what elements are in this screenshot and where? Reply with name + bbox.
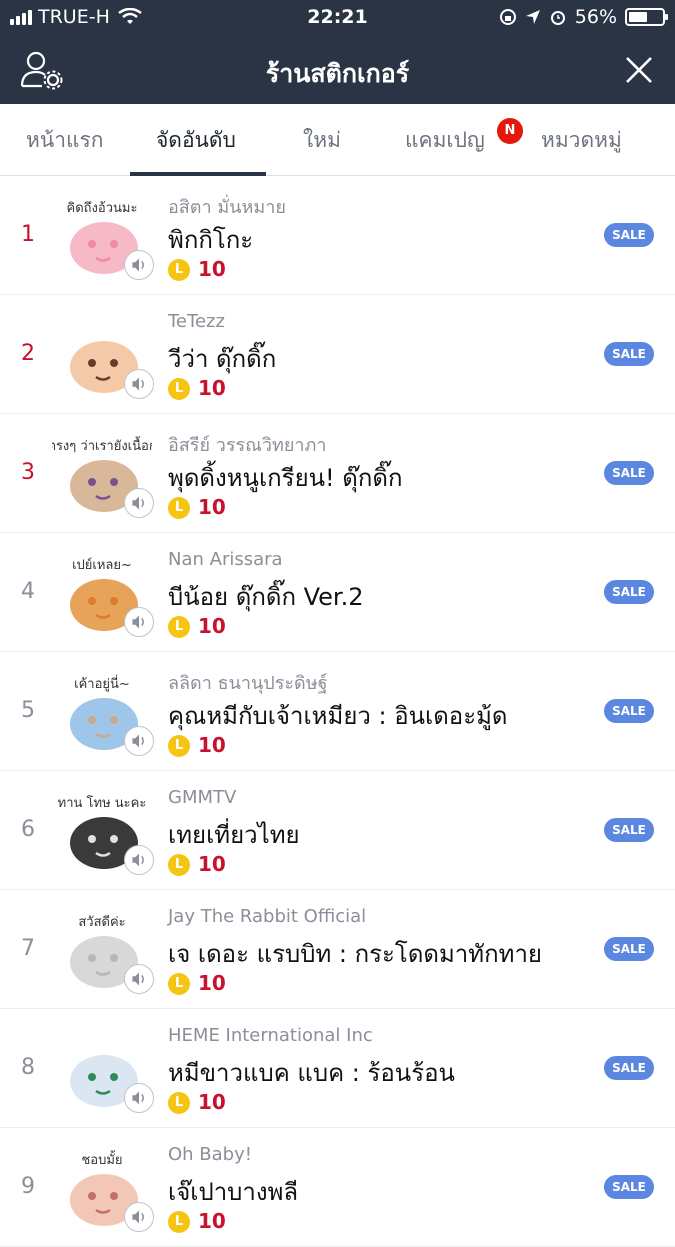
sticker-caption: ทาน โทษ นะคะ xyxy=(58,795,147,811)
sticker-row[interactable]: 3 บอกตรงๆ ว่าเรายังเนื้อกมาก อิสรีย์ วรรณว… xyxy=(0,414,675,533)
sticker-author: อิสรีย์ วรรณวิทยาภา xyxy=(168,435,327,456)
sticker-author: ลลิดา ธนานุประดิษฐ์ xyxy=(168,673,328,694)
sticker-row[interactable]: 1 คิดถึงอ้วนมะ อสิตา มั่นหมาย พิกกิโกะ L 10 SA… xyxy=(0,176,675,295)
sticker-name[interactable]: พิกกิโกะ xyxy=(168,220,253,259)
sticker-caption: ชอบมั้ย xyxy=(81,1150,122,1168)
sound-preview-icon[interactable] xyxy=(124,1202,154,1232)
sale-badge: SALE xyxy=(604,461,654,485)
status-right: 56% xyxy=(499,6,668,28)
coin-icon: L xyxy=(168,259,190,281)
sticker-row[interactable]: 5 เค้าอยู่นี่~ ลลิดา ธนานุประดิษฐ์ คุณหมีกั… xyxy=(0,652,675,771)
tab-campaign[interactable]: แคมเปญ xyxy=(405,124,485,157)
sale-badge: SALE xyxy=(604,223,654,247)
sticker-caption: เค้าอยู่นี่~ xyxy=(74,675,130,692)
sticker-name[interactable]: บีน้อย ดุ๊กดิ๊ก Ver.2 xyxy=(168,577,364,616)
sound-preview-icon[interactable] xyxy=(124,845,154,875)
sticker-caption: เปย์เหลย~ xyxy=(72,557,132,573)
tab-bar: หน้าแรก จัดอันดับ ใหม่ แคมเปญ หมวดหมู่ xyxy=(0,104,675,176)
sticker-row[interactable]: 6 ทาน โทษ นะคะ GMMTV เทยเที่ยวไทย L 10 SALE xyxy=(0,771,675,890)
sticker-row[interactable]: 2 TeTezz วีว่า ดุ๊กดิ๊ก L 10 SALE xyxy=(0,295,675,414)
rank-number: 8 xyxy=(21,1055,35,1080)
sticker-name[interactable]: เจ เดอะ แรบบิท : กระโดดมาทักทาย xyxy=(168,934,542,973)
coin-icon: L xyxy=(168,616,190,638)
sound-preview-icon[interactable] xyxy=(124,726,154,756)
tab-new[interactable]: ใหม่ xyxy=(303,124,341,157)
sound-preview-icon[interactable] xyxy=(124,250,154,280)
rank-number: 6 xyxy=(21,817,35,842)
sticker-ranking-list: 1 คิดถึงอ้วนมะ อสิตา มั่นหมาย พิกกิโกะ L 10 SA… xyxy=(0,176,675,1247)
rotation-lock-icon xyxy=(499,9,516,25)
alarm-icon xyxy=(550,11,565,25)
rank-number: 3 xyxy=(21,460,35,485)
sale-badge: SALE xyxy=(604,937,654,961)
tab-home[interactable]: หน้าแรก xyxy=(26,124,104,157)
sticker-author: Jay The Rabbit Official xyxy=(168,906,367,927)
tab-categories[interactable]: หมวดหมู่ xyxy=(541,124,622,157)
sticker-name[interactable]: หมีขาวแบค แบค : ร้อนร้อน xyxy=(168,1053,455,1092)
sale-badge: SALE xyxy=(604,699,654,723)
sticker-price: 10 xyxy=(198,1090,226,1114)
sale-badge: SALE xyxy=(604,818,654,842)
sticker-name[interactable]: เจ๊เปาบางพลี xyxy=(168,1172,298,1211)
rank-number: 5 xyxy=(21,698,35,723)
sticker-author: Nan Arissara xyxy=(168,549,283,570)
sale-badge: SALE xyxy=(604,1056,654,1080)
rank-number: 2 xyxy=(21,341,35,366)
rank-number: 9 xyxy=(21,1174,35,1199)
sticker-price: 10 xyxy=(198,971,226,995)
sticker-price: 10 xyxy=(198,1209,226,1233)
sticker-name[interactable]: คุณหมีกับเจ้าเหมียว : อินเดอะมู้ด xyxy=(168,696,508,735)
sticker-author: GMMTV xyxy=(168,787,237,808)
battery-percent: 56% xyxy=(574,6,617,28)
close-icon[interactable] xyxy=(623,54,655,86)
tab-ranking[interactable]: จัดอันดับ xyxy=(156,124,236,157)
sound-preview-icon[interactable] xyxy=(124,964,154,994)
sticker-row[interactable]: 8 HEME International Inc หมีขาวแบค แบค : ร… xyxy=(0,1009,675,1128)
coin-icon: L xyxy=(168,378,190,400)
rank-number: 1 xyxy=(21,222,35,247)
sticker-author: อสิตา มั่นหมาย xyxy=(168,197,286,218)
coin-icon: L xyxy=(168,973,190,995)
page-title: ร้านสติกเกอร์ xyxy=(265,59,410,88)
rank-number: 4 xyxy=(21,579,35,604)
coin-icon: L xyxy=(168,735,190,757)
coin-icon: L xyxy=(168,854,190,876)
sound-preview-icon[interactable] xyxy=(124,369,154,399)
sticker-price: 10 xyxy=(198,257,226,281)
sticker-price: 10 xyxy=(198,376,226,400)
sticker-author: Oh Baby! xyxy=(168,1144,252,1165)
sticker-author: TeTezz xyxy=(168,311,225,332)
sound-preview-icon[interactable] xyxy=(124,488,154,518)
sticker-name[interactable]: พุดดิ้งหนูเกรียน! ดุ๊กดิ๊ก xyxy=(168,458,403,497)
rank-number: 7 xyxy=(21,936,35,961)
sticker-row[interactable]: 9 ชอบมั้ย Oh Baby! เจ๊เปาบางพลี L 10 SALE xyxy=(0,1128,675,1247)
sticker-name[interactable]: วีว่า ดุ๊กดิ๊ก xyxy=(168,339,276,378)
sound-preview-icon[interactable] xyxy=(124,607,154,637)
nav-bar: ร้านสติกเกอร์ xyxy=(0,36,675,104)
sticker-caption: บอกตรงๆ ว่าเรายังเนื้อกมาก xyxy=(52,436,152,454)
coin-icon: L xyxy=(168,1211,190,1233)
sticker-price: 10 xyxy=(198,733,226,757)
status-bar: TRUE-H 22:21 56% xyxy=(0,0,675,36)
sticker-price: 10 xyxy=(198,614,226,638)
sticker-caption: คิดถึงอ้วนมะ xyxy=(67,201,138,216)
sticker-row[interactable]: 4 เปย์เหลย~ Nan Arissara บีน้อย ดุ๊กดิ๊ก Ve… xyxy=(0,533,675,652)
sticker-author: HEME International Inc xyxy=(168,1025,373,1046)
new-badge: N xyxy=(497,118,523,144)
sale-badge: SALE xyxy=(604,580,654,604)
sticker-name[interactable]: เทยเที่ยวไทย xyxy=(168,815,300,854)
sticker-price: 10 xyxy=(198,495,226,519)
sale-badge: SALE xyxy=(604,1175,654,1199)
battery-icon xyxy=(625,8,668,26)
sound-preview-icon[interactable] xyxy=(124,1083,154,1113)
location-icon xyxy=(525,10,540,24)
sale-badge: SALE xyxy=(604,342,654,366)
coin-icon: L xyxy=(168,1092,190,1114)
sticker-caption: สวัสดีค่ะ xyxy=(78,914,125,930)
sticker-price: 10 xyxy=(198,852,226,876)
coin-icon: L xyxy=(168,497,190,519)
sticker-row[interactable]: 7 สวัสดีค่ะ Jay The Rabbit Official เจ เดอะ… xyxy=(0,890,675,1009)
